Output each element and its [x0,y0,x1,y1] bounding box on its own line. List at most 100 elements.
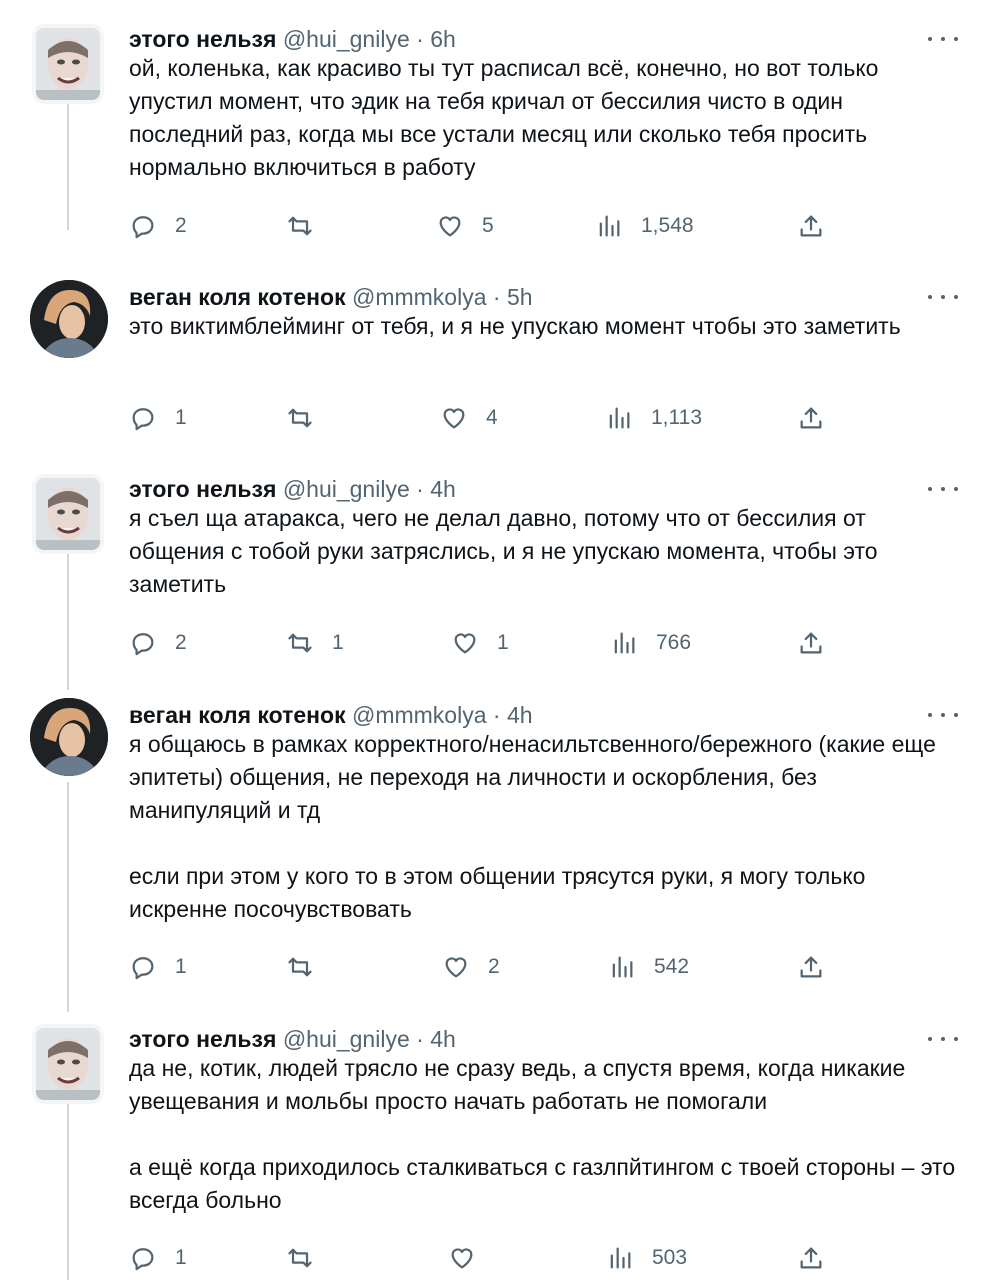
retweet-button[interactable] [286,403,332,433]
retweet-icon [288,216,312,236]
reply-button[interactable]: 1 [129,403,187,433]
reply-icon [132,216,154,239]
thread-line [67,102,69,230]
tweet-header: этого нельзя @hui_gnilye · 4h [129,474,456,504]
share-icon [800,632,822,654]
more-icon[interactable] [928,474,958,504]
thread-line [67,1102,69,1280]
tweet-header: этого нельзя @hui_gnilye · 4h [129,1024,456,1054]
share-button[interactable] [797,1243,825,1273]
share-button[interactable] [797,211,825,241]
reply-icon [132,408,154,431]
views-count: 1,548 [641,214,694,237]
views-count: 1,113 [651,406,702,429]
like-button[interactable]: 1 [451,628,509,658]
avatar[interactable] [36,1028,100,1100]
more-icon[interactable] [928,700,958,730]
avatar[interactable] [36,478,100,550]
reply-icon [132,1248,154,1271]
reply-button[interactable]: 2 [129,211,187,241]
reply-icon [132,633,154,656]
separator: · [486,702,507,728]
share-button[interactable] [797,628,825,658]
display-name[interactable]: этого нельзя [129,26,276,52]
reply-button[interactable]: 1 [129,1243,187,1273]
tweet-text: я съел ща атаракса, чего не делал давно,… [129,502,959,601]
more-icon[interactable] [928,24,958,54]
avatar[interactable] [36,28,100,100]
reply-count: 2 [175,631,187,654]
retweet-button[interactable] [286,952,332,982]
action-bar: 2 1 1 766 [129,628,839,658]
handle[interactable]: @mmmkolya [352,702,487,728]
heart-icon [454,633,476,654]
action-bar: 2 5 1,548 [129,211,839,241]
reply-count: 1 [175,1246,187,1269]
like-count: 5 [482,214,494,237]
timestamp[interactable]: 4h [430,476,456,502]
reply-icon [132,957,154,980]
like-button[interactable]: 5 [436,211,494,241]
views-button[interactable]: 766 [610,628,691,658]
views-icon [614,632,635,654]
timestamp[interactable]: 6h [430,26,456,52]
share-button[interactable] [797,403,825,433]
display-name[interactable]: этого нельзя [129,1026,276,1052]
heart-icon [443,408,465,429]
retweet-button[interactable] [286,1243,332,1273]
action-bar: 1 503 [129,1243,839,1273]
handle[interactable]: @hui_gnilye [283,1026,410,1052]
tweet-paragraph: я общаюсь в рамках корректного/ненасильт… [129,731,936,823]
heart-icon [439,216,461,237]
retweet-button[interactable] [286,211,332,241]
handle[interactable]: @hui_gnilye [283,26,410,52]
display-name[interactable]: веган коля котенок [129,702,346,728]
tweet-header: веган коля котенок @mmmkolya · 5h [129,282,533,312]
timestamp[interactable]: 5h [507,284,533,310]
reply-button[interactable]: 1 [129,952,187,982]
display-name[interactable]: веган коля котенок [129,284,346,310]
timestamp[interactable]: 4h [507,702,533,728]
avatar-photo-icon [30,698,108,776]
retweet-button[interactable]: 1 [286,628,344,658]
avatar-photo-icon [36,28,100,100]
like-button[interactable] [448,1243,494,1273]
tweet-header: веган коля котенок @mmmkolya · 4h [129,700,533,730]
handle[interactable]: @mmmkolya [352,284,487,310]
views-count: 503 [652,1246,688,1269]
heart-icon [451,1248,473,1269]
tweet-paragraph: это виктимблейминг от тебя, и я не упуск… [129,313,901,339]
tweet-paragraph: я съел ща атаракса, чего не делал давно,… [129,505,878,597]
timestamp[interactable]: 4h [430,1026,456,1052]
reply-count: 1 [175,406,187,429]
reply-button[interactable]: 2 [129,628,187,658]
avatar-photo-icon [30,280,108,358]
views-button[interactable]: 1,548 [595,211,694,241]
reply-count: 2 [175,214,187,237]
views-button[interactable]: 503 [606,1243,687,1273]
tweet-text: да не, котик, людей трясло не сразу ведь… [129,1052,959,1217]
tweet-paragraph: ой, коленька, как красиво ты тут расписа… [129,55,879,180]
avatar[interactable] [30,280,108,358]
views-button[interactable]: 1,113 [605,403,702,433]
share-icon [800,1247,822,1269]
like-button[interactable]: 4 [440,403,498,433]
share-button[interactable] [797,952,825,982]
more-icon[interactable] [928,1024,958,1054]
tweet-paragraph: да не, котик, людей трясло не сразу ведь… [129,1055,906,1114]
like-button[interactable]: 2 [442,952,500,982]
views-icon [599,215,620,237]
retweet-icon [288,957,312,977]
avatar[interactable] [30,698,108,776]
handle[interactable]: @hui_gnilye [283,476,410,502]
separator: · [409,1026,431,1052]
tweet-text: ой, коленька, как красиво ты тут расписа… [129,52,959,184]
display-name[interactable]: этого нельзя [129,476,276,502]
separator: · [409,26,431,52]
share-icon [800,956,822,978]
heart-icon [445,957,467,978]
views-button[interactable]: 542 [608,952,689,982]
share-icon [800,407,822,429]
more-icon[interactable] [928,282,958,312]
separator: · [409,476,431,502]
